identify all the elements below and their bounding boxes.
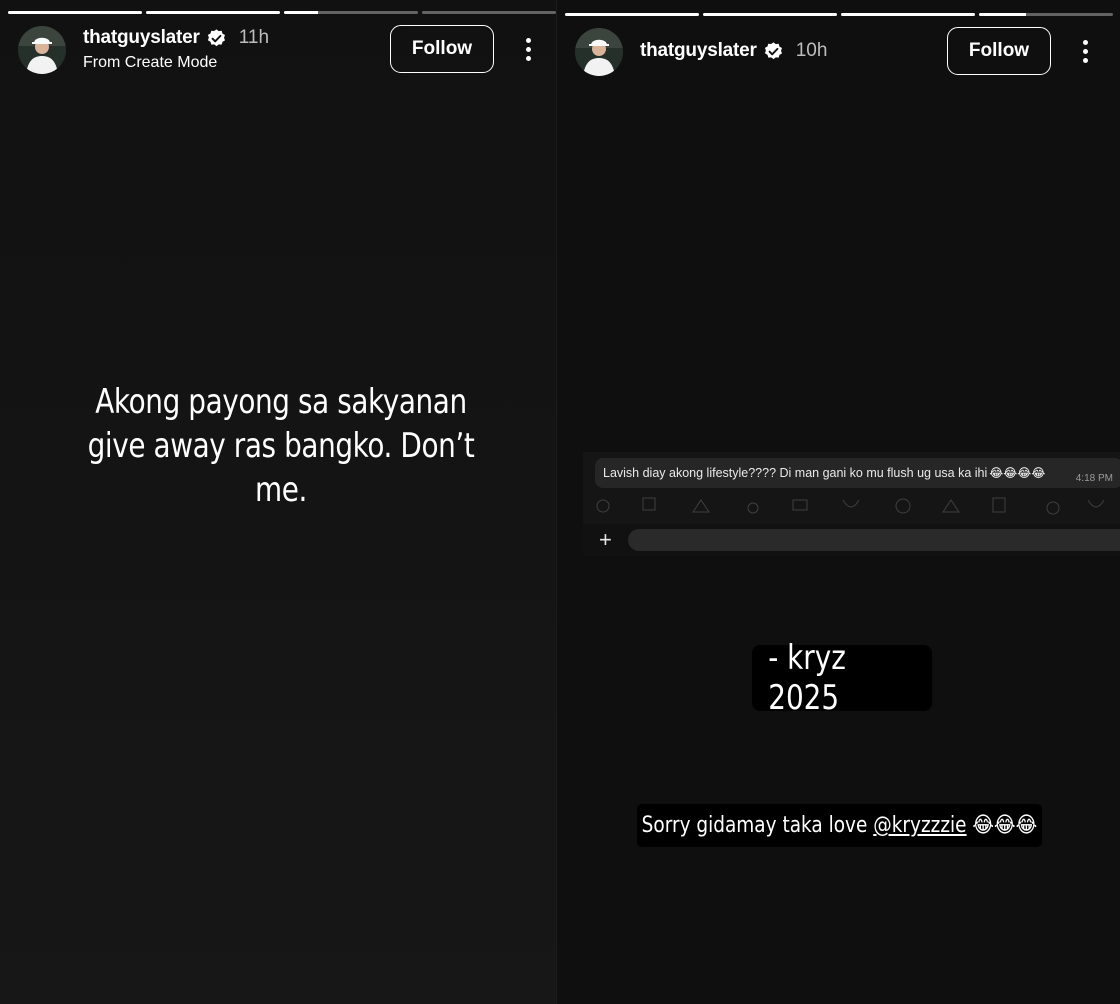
chat-message-emoji: 😂😂😂😂 — [989, 466, 1046, 480]
verified-badge-icon — [764, 41, 782, 59]
chat-message-time: 4:18 PM — [1075, 473, 1113, 484]
verified-badge-icon — [207, 28, 225, 46]
username[interactable]: thatguyslater — [640, 40, 757, 62]
reply-caption: Sorry gidamay taka love @kryzzzie 😂😂😂 — [637, 804, 1042, 847]
signature-caption: - kryz 2025 — [752, 638, 932, 718]
story-panel-left[interactable]: thatguyslater 11h From Create Mode Follo… — [0, 0, 556, 1004]
progress-segment — [422, 11, 556, 14]
username[interactable]: thatguyslater — [83, 27, 200, 49]
avatar-image — [18, 26, 66, 74]
chat-compose-field — [628, 529, 1120, 551]
story-text: Akong payong sa sakyanan give away ras b… — [87, 382, 475, 510]
reply-text: Sorry gidamay taka love — [641, 813, 874, 838]
progress-segment — [565, 13, 699, 16]
progress-segment — [703, 13, 837, 16]
story-progress-bar — [565, 13, 1120, 16]
more-vertical-icon[interactable] — [518, 34, 538, 64]
post-age: 10h — [795, 40, 828, 61]
story-subtitle[interactable]: From Create Mode — [83, 54, 269, 72]
avatar[interactable] — [18, 26, 66, 74]
avatar[interactable] — [575, 28, 623, 76]
mention-link[interactable]: @kryzzzie — [873, 813, 966, 838]
story-progress-bar — [8, 11, 556, 14]
progress-segment — [146, 11, 280, 14]
chat-wallpaper-pattern — [596, 497, 1105, 515]
progress-segment — [284, 11, 418, 14]
progress-segment — [8, 11, 142, 14]
plus-icon: + — [599, 527, 612, 552]
progress-segment — [841, 13, 975, 16]
reply-emoji: 😂😂😂 — [966, 813, 1038, 838]
follow-button[interactable]: Follow — [947, 27, 1051, 75]
avatar-image — [575, 28, 623, 76]
progress-segment — [979, 13, 1113, 16]
post-age: 11h — [238, 27, 270, 48]
chat-screenshot-sticker: Lavish diay akong lifestyle???? Di man g… — [583, 452, 1120, 556]
more-vertical-icon[interactable] — [1075, 36, 1095, 66]
chat-compose-bar: + — [583, 524, 1120, 556]
signature-text: - kryz 2025 — [768, 638, 846, 718]
chat-message-bubble: Lavish diay akong lifestyle???? Di man g… — [595, 458, 1120, 488]
follow-button[interactable]: Follow — [390, 25, 494, 73]
story-panel-right[interactable]: thatguyslater 10h Follow Lavish diay ako… — [556, 0, 1120, 1004]
chat-message-text: Lavish diay akong lifestyle???? Di man g… — [603, 466, 988, 480]
